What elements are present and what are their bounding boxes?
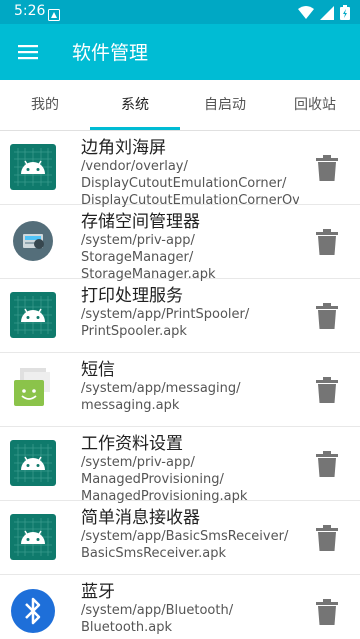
- bluetooth-icon: [10, 588, 56, 634]
- app-path: /system/app/PrintSpooler/ PrintSpooler.a…: [81, 307, 250, 339]
- battery-icon: [340, 5, 350, 24]
- app-name: 存储空间管理器: [81, 212, 200, 232]
- trash-icon[interactable]: [316, 525, 338, 551]
- app-name: 工作资料设置: [81, 434, 183, 454]
- list-item[interactable]: 简单消息接收器 /system/app/BasicSmsReceiver/ Ba…: [0, 501, 360, 575]
- tab-autostart[interactable]: 自启动: [180, 80, 270, 130]
- app-path: /system/app/messaging/ messaging.apk: [81, 381, 241, 413]
- app-name: 打印处理服务: [81, 286, 183, 306]
- app-path: /system/priv-app/ ManagedProvisioning/ M…: [81, 455, 248, 504]
- messaging-icon: [10, 366, 56, 412]
- trash-icon[interactable]: [316, 303, 338, 329]
- trash-icon[interactable]: [316, 451, 338, 477]
- list-item[interactable]: 蓝牙 /system/app/Bluetooth/ Bluetooth.apk: [0, 575, 360, 639]
- app-name: 边角刘海屏: [81, 138, 166, 158]
- android-icon: [10, 440, 56, 486]
- app-bar: 软件管理: [0, 24, 360, 80]
- page-title: 软件管理: [72, 42, 149, 64]
- trash-icon[interactable]: [316, 155, 338, 181]
- app-name: 蓝牙: [81, 582, 115, 602]
- menu-icon[interactable]: [16, 40, 40, 64]
- app-list[interactable]: 边角刘海屏 /vendor/overlay/ DisplayCutoutEmul…: [0, 131, 360, 639]
- list-item[interactable]: 短信 /system/app/messaging/ messaging.apk: [0, 353, 360, 427]
- status-time: 5:26: [14, 3, 46, 19]
- app-path: /system/priv-app/ StorageManager/ Storag…: [81, 233, 216, 282]
- trash-icon[interactable]: [316, 229, 338, 255]
- android-icon: [10, 514, 56, 560]
- app-path: /vendor/overlay/ DisplayCutoutEmulationC…: [81, 159, 299, 208]
- list-item[interactable]: 存储空间管理器 /system/priv-app/ StorageManager…: [0, 205, 360, 282]
- list-item[interactable]: 打印处理服务 /system/app/PrintSpooler/ PrintSp…: [0, 279, 360, 353]
- tab-bar: 我的 系统 自启动 回收站: [0, 80, 360, 131]
- app-path: /system/app/Bluetooth/ Bluetooth.apk: [81, 603, 234, 635]
- storage-icon: [10, 218, 56, 264]
- android-icon: [10, 144, 56, 190]
- status-bar: 5:26: [0, 0, 360, 24]
- list-item[interactable]: 边角刘海屏 /vendor/overlay/ DisplayCutoutEmul…: [0, 131, 360, 208]
- android-icon: [10, 292, 56, 338]
- trash-icon[interactable]: [316, 377, 338, 403]
- app-path: /system/app/BasicSmsReceiver/ BasicSmsRe…: [81, 529, 289, 561]
- tab-recycle-bin[interactable]: 回收站: [270, 80, 360, 130]
- app-name: 短信: [81, 360, 115, 380]
- app-name: 简单消息接收器: [81, 508, 200, 528]
- signal-icon: [320, 5, 334, 24]
- list-item[interactable]: 工作资料设置 /system/priv-app/ ManagedProvisio…: [0, 427, 360, 504]
- tab-system[interactable]: 系统: [90, 80, 180, 130]
- wifi-icon: [298, 5, 314, 24]
- trash-icon[interactable]: [316, 599, 338, 625]
- notification-icon: [48, 6, 60, 25]
- tab-mine[interactable]: 我的: [0, 80, 90, 130]
